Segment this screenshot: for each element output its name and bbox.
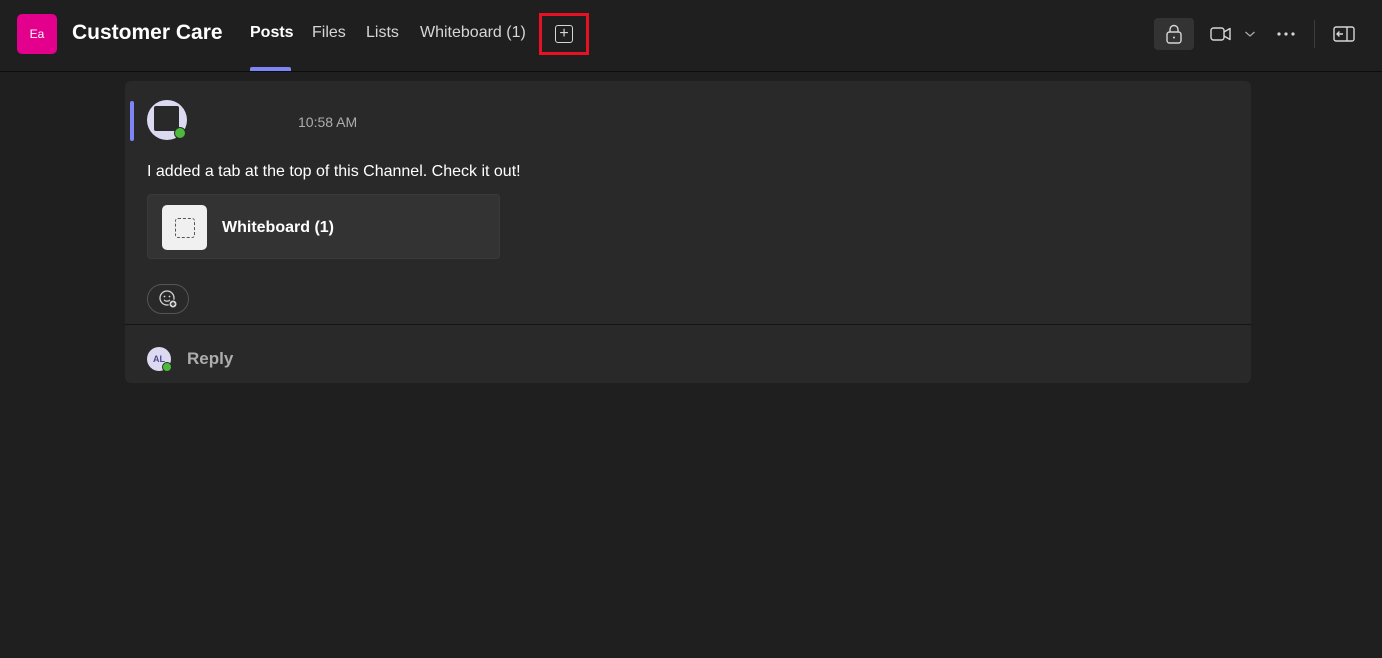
author-avatar[interactable] <box>147 100 187 140</box>
team-avatar-initials: Ea <box>29 27 45 41</box>
lock-icon <box>1166 24 1182 44</box>
channel-header: Ea Customer Care Posts Files Lists White… <box>0 0 1382 72</box>
tab-lists[interactable]: Lists <box>366 24 399 42</box>
open-panel-button[interactable] <box>1330 18 1358 50</box>
attachment-name: Whiteboard (1) <box>222 219 334 236</box>
video-options-dropdown[interactable] <box>1242 18 1258 50</box>
toolbar-divider <box>1314 20 1315 48</box>
post-card: 10:58 AM I added a tab at the top of thi… <box>125 81 1251 383</box>
chevron-down-icon <box>1245 31 1255 37</box>
open-panel-icon <box>1333 26 1355 42</box>
reply-divider <box>125 324 1251 325</box>
video-call-button[interactable] <box>1208 18 1234 50</box>
team-avatar[interactable]: Ea <box>17 14 57 54</box>
lock-button[interactable] <box>1154 18 1194 50</box>
channel-title: Customer Care <box>72 21 223 44</box>
video-camera-icon <box>1210 27 1231 41</box>
avatar-placeholder <box>154 106 179 131</box>
reply-user-avatar: AL <box>147 347 172 372</box>
active-tab-indicator <box>250 67 291 71</box>
whiteboard-icon <box>162 205 207 250</box>
tab-posts[interactable]: Posts <box>250 24 294 42</box>
add-tab-button[interactable]: + <box>539 13 589 55</box>
more-options-button[interactable] <box>1272 18 1300 50</box>
presence-available-icon <box>174 127 186 139</box>
add-square-icon: + <box>555 25 573 43</box>
whiteboard-attachment-card[interactable]: Whiteboard (1) <box>147 194 500 259</box>
add-reaction-button[interactable] <box>147 284 189 314</box>
presence-available-icon <box>162 362 172 372</box>
unread-accent-bar <box>130 101 134 141</box>
add-reaction-icon <box>159 290 178 309</box>
more-horizontal-icon <box>1277 32 1295 36</box>
tab-whiteboard[interactable]: Whiteboard (1) <box>420 24 526 42</box>
tab-files[interactable]: Files <box>312 24 346 42</box>
reply-button[interactable]: Reply <box>187 349 233 369</box>
post-timestamp: 10:58 AM <box>298 114 358 130</box>
post-message: I added a tab at the top of this Channel… <box>147 163 521 180</box>
